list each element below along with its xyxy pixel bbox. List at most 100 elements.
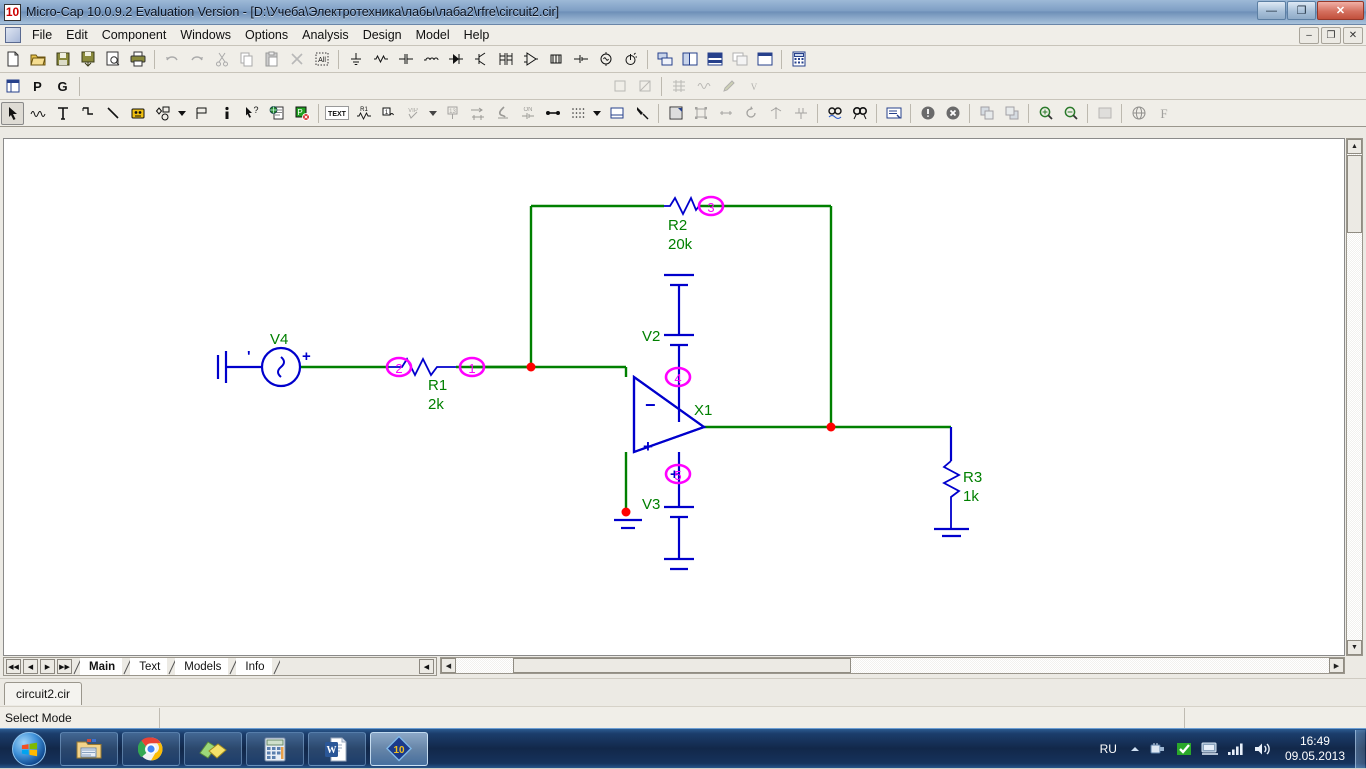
scroll-left-button[interactable]: ◀ <box>441 658 456 673</box>
redo-icon[interactable] <box>185 48 208 71</box>
cascade-icon[interactable] <box>728 48 751 71</box>
select-arrow-icon[interactable] <box>1 101 24 125</box>
menu-item-windows[interactable]: Windows <box>173 25 238 45</box>
mdi-minimize-button[interactable]: – <box>1299 27 1319 44</box>
sheet-tab-main[interactable]: Main <box>80 658 123 675</box>
taskbar-microcap[interactable]: 10 <box>370 732 428 766</box>
maximize-button[interactable]: ❐ <box>1287 1 1316 20</box>
resistor-icon[interactable] <box>369 48 392 71</box>
title-block-icon[interactable] <box>630 102 653 125</box>
first-page-button[interactable]: ◀◀ <box>6 659 21 674</box>
component-bus-icon[interactable] <box>126 102 149 125</box>
menu-item-analysis[interactable]: Analysis <box>295 25 356 45</box>
sheet-scroll-left-button[interactable]: ◀ <box>419 659 434 674</box>
transistor-icon[interactable] <box>469 48 492 71</box>
page-g-button[interactable]: G <box>51 75 74 98</box>
zoom-in-icon[interactable] <box>1034 102 1057 125</box>
hardware-safe-removal-icon[interactable] <box>1149 740 1167 758</box>
maximize-window-icon[interactable] <box>753 48 776 71</box>
tile-windows-icon[interactable] <box>653 48 676 71</box>
diagonal-line-icon[interactable] <box>101 102 124 125</box>
battery-icon[interactable] <box>569 48 592 71</box>
tile-horizontal-icon[interactable] <box>703 48 726 71</box>
menu-item-help[interactable]: Help <box>457 25 497 45</box>
grid-dropdown-icon[interactable] <box>591 102 603 125</box>
window-icon[interactable] <box>1 75 24 98</box>
menu-item-file[interactable]: File <box>25 25 59 45</box>
horizontal-scrollbar[interactable]: ◀ ▶ <box>440 657 1345 674</box>
inductor-icon[interactable] <box>419 48 442 71</box>
transformer-icon[interactable] <box>494 48 517 71</box>
ground-icon[interactable] <box>344 48 367 71</box>
diode-icon[interactable] <box>444 48 467 71</box>
cut-icon[interactable] <box>210 48 233 71</box>
scroll-up-button[interactable]: ▲ <box>1347 139 1362 154</box>
help-pointer-icon[interactable]: ? <box>240 102 263 125</box>
print-icon[interactable] <box>126 48 149 71</box>
vertical-scrollbar[interactable]: ▲ ▼ <box>1346 138 1363 656</box>
show-hidden-icons-icon[interactable] <box>1129 743 1141 755</box>
print-preview-icon[interactable] <box>101 48 124 71</box>
sheet-tab-models[interactable]: Models <box>175 658 229 675</box>
node-number-icon[interactable]: 1 <box>377 102 400 125</box>
save-file-icon[interactable] <box>51 48 74 71</box>
find-component-icon[interactable] <box>848 102 871 125</box>
stop-component-icon[interactable]: P <box>290 102 313 125</box>
model-editor-icon[interactable] <box>882 102 905 125</box>
network-icon[interactable] <box>1201 741 1219 757</box>
show-desktop-button[interactable] <box>1355 730 1365 768</box>
zoom-out-icon[interactable] <box>1059 102 1082 125</box>
grid-dots-icon[interactable] <box>566 102 589 125</box>
copy-icon[interactable] <box>235 48 258 71</box>
sheet-tab-text[interactable]: Text <box>130 658 168 675</box>
close-button[interactable]: ✕ <box>1317 1 1364 20</box>
calculator-icon[interactable] <box>787 48 810 71</box>
shapes-icon[interactable] <box>151 102 174 125</box>
scroll-right-button[interactable]: ▶ <box>1329 658 1344 673</box>
orthogonal-wire-icon[interactable] <box>76 102 99 125</box>
document-tab-circuit2[interactable]: circuit2.cir <box>4 682 83 705</box>
part-name-icon[interactable]: R1 <box>352 102 375 125</box>
new-file-icon[interactable] <box>1 48 24 71</box>
menu-item-model[interactable]: Model <box>409 25 457 45</box>
sheet-tab-info[interactable]: Info <box>236 658 272 675</box>
capacitor-icon[interactable] <box>394 48 417 71</box>
delete-icon[interactable] <box>285 48 308 71</box>
open-file-icon[interactable] <box>26 48 49 71</box>
taskbar-sticky-notes[interactable] <box>184 732 242 766</box>
scroll-down-button[interactable]: ▼ <box>1347 640 1362 655</box>
node-voltage-dropdown-icon[interactable] <box>427 102 439 125</box>
menu-item-options[interactable]: Options <box>238 25 295 45</box>
find-icon[interactable] <box>823 102 846 125</box>
menu-item-edit[interactable]: Edit <box>59 25 95 45</box>
volume-icon[interactable] <box>1253 741 1273 757</box>
ac-source-icon[interactable] <box>619 48 642 71</box>
horizontal-scroll-thumb[interactable] <box>513 658 851 673</box>
warning-icon[interactable] <box>916 102 939 125</box>
taskbar-calculator[interactable] <box>246 732 304 766</box>
wire-icon[interactable] <box>26 102 49 125</box>
flag-icon[interactable] <box>190 102 213 125</box>
next-page-button[interactable]: ▶ <box>40 659 55 674</box>
sine-source-icon[interactable] <box>594 48 617 71</box>
taskbar-chrome[interactable] <box>122 732 180 766</box>
clock[interactable]: 16:49 09.05.2013 <box>1285 734 1345 764</box>
last-page-button[interactable]: ▶▶ <box>57 659 72 674</box>
paste-icon[interactable] <box>260 48 283 71</box>
shapes-dropdown-icon[interactable] <box>176 102 188 125</box>
taskbar-word[interactable]: W <box>308 732 366 766</box>
error-icon[interactable] <box>941 102 964 125</box>
mdi-close-button[interactable]: ✕ <box>1343 27 1363 44</box>
opamp-icon[interactable] <box>519 48 542 71</box>
pin-connection-icon[interactable] <box>541 102 564 125</box>
select-all-icon[interactable]: All <box>310 48 333 71</box>
tile-vertical-icon[interactable] <box>678 48 701 71</box>
text-attribute-icon[interactable]: TEXT <box>324 102 350 125</box>
menu-item-design[interactable]: Design <box>356 25 409 45</box>
taskbar-explorer[interactable] <box>60 732 118 766</box>
start-button[interactable] <box>2 730 56 768</box>
text-icon[interactable] <box>51 102 74 125</box>
undo-icon[interactable] <box>160 48 183 71</box>
prev-page-button[interactable]: ◀ <box>23 659 38 674</box>
menu-item-component[interactable]: Component <box>95 25 174 45</box>
